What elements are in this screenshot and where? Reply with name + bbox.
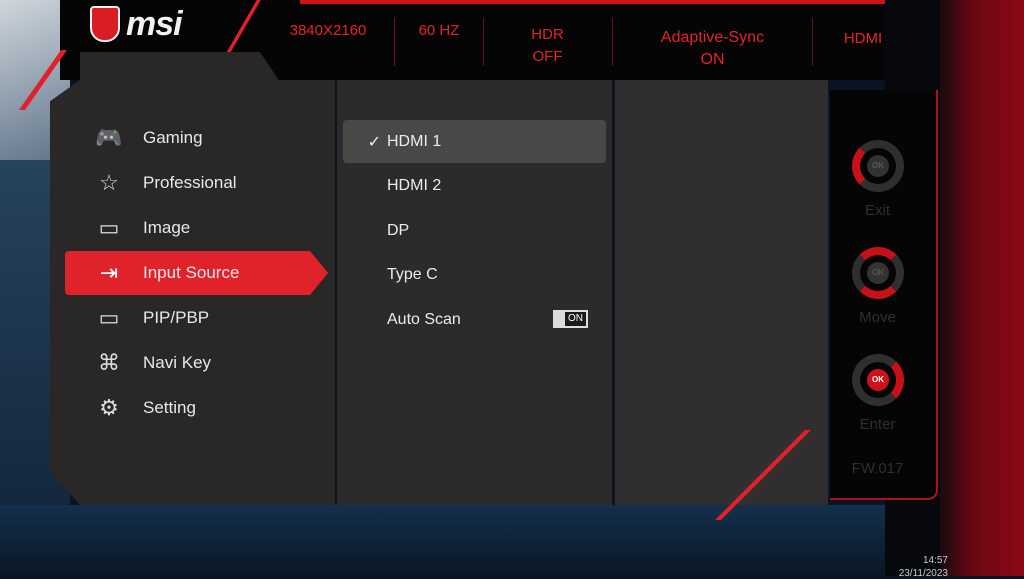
menu-item-label: Navi Key [143, 353, 212, 372]
background-taskbar [0, 505, 960, 576]
taskbar-time: 14:57 [922, 555, 948, 566]
ok-button-icon: OK [867, 155, 889, 177]
auto-scan-toggle[interactable]: ON [553, 310, 588, 328]
status-adaptive-sync: Adaptive-Sync ON [640, 27, 785, 71]
option-label: Auto Scan [387, 310, 461, 328]
firmware-version: FW.017 [851, 460, 904, 477]
option-label: DP [387, 221, 410, 239]
gear-icon: ⚙ [99, 395, 119, 420]
check-icon: ✓ [367, 133, 381, 151]
menu-item-label: Setting [143, 398, 196, 417]
input-option-type-c[interactable]: Type C [343, 254, 606, 297]
joystick-enter-icon: OK [852, 354, 904, 406]
menu-item-pip-pbp[interactable]: ▭ PIP/PBP [65, 296, 330, 340]
accent-line [300, 0, 885, 4]
joystick-exit-icon: OK [852, 140, 904, 192]
option-label: HDMI 1 [387, 132, 442, 150]
menu-item-label: Professional [143, 173, 237, 192]
status-refresh: 60 HZ [418, 22, 460, 39]
status-hdr: HDR OFF [500, 24, 595, 68]
adaptive-value: ON [700, 51, 725, 68]
status-resolution: 3840X2160 [289, 22, 367, 39]
menu-item-gaming[interactable]: 🎮 Gaming [65, 116, 330, 160]
menu-item-label: Input Source [143, 263, 240, 282]
key-label-enter: Enter [859, 416, 896, 433]
menu-item-label: PIP/PBP [143, 308, 210, 327]
key-label-move: Move [859, 309, 896, 326]
image-icon: ▭ [98, 215, 120, 240]
toggle-knob [555, 312, 565, 326]
ok-button-icon: OK [867, 262, 889, 284]
star-icon: ☆ [99, 170, 119, 195]
dragon-shield-icon [90, 6, 120, 42]
status-input: HDMI [843, 30, 883, 47]
menu-item-image[interactable]: ▭ Image [65, 206, 330, 250]
input-option-dp[interactable]: DP [343, 209, 606, 252]
input-option-hdmi-1[interactable]: ✓ HDMI 1 [343, 120, 606, 163]
msi-logo: msi [90, 4, 230, 44]
divider [812, 18, 813, 66]
toggle-state: ON [565, 312, 586, 326]
pip-icon: ▭ [98, 305, 120, 330]
menu-item-label: Gaming [143, 128, 203, 147]
divider [612, 18, 613, 66]
input-option-auto-scan[interactable]: Auto Scan ON [343, 298, 606, 341]
navi-key-icon: ⌘ [98, 350, 120, 375]
menu-item-professional[interactable]: ☆ Professional [65, 161, 330, 205]
menu-item-navi-key[interactable]: ⌘ Navi Key [65, 341, 330, 385]
menu-item-label: Image [143, 218, 191, 237]
divider [483, 18, 484, 66]
background-red [940, 0, 1024, 576]
hdr-value: OFF [532, 48, 563, 65]
adaptive-label: Adaptive-Sync [660, 29, 765, 46]
key-label-exit: Exit [864, 202, 890, 219]
taskbar-date: 23/11/2023 [898, 568, 948, 579]
divider [394, 18, 395, 66]
brand-text: msi [126, 4, 183, 43]
option-label: HDMI 2 [387, 177, 442, 194]
input-option-hdmi-2[interactable]: HDMI 2 [343, 165, 606, 208]
joystick-move-icon: OK [852, 247, 904, 299]
input-icon: ⇥ [99, 260, 119, 285]
panel-tab [80, 52, 280, 82]
ok-button-icon: OK [867, 369, 889, 391]
menu-item-input-source[interactable]: ⇥ Input Source [65, 251, 328, 295]
gamepad-icon: 🎮 [95, 125, 123, 150]
menu-item-setting[interactable]: ⚙ Setting [65, 386, 330, 430]
option-label: Type C [387, 266, 438, 283]
hdr-label: HDR [531, 26, 564, 43]
